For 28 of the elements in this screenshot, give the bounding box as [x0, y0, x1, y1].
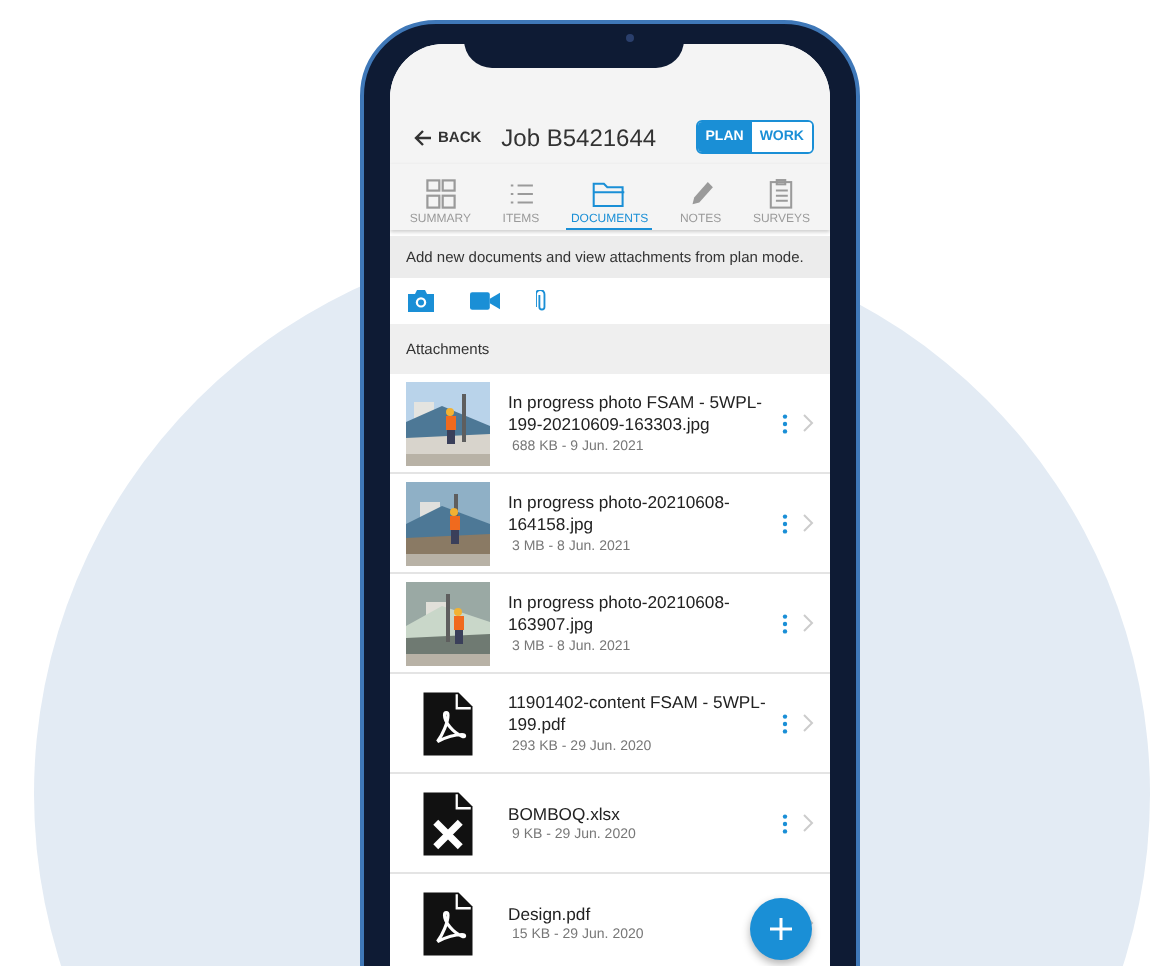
more-icon[interactable] [782, 413, 788, 433]
add-button[interactable] [750, 898, 812, 960]
arrow-icon [414, 129, 432, 145]
file-name: In progress photo FSAM - 5WPL-199-20210609-163303.jpg [508, 392, 765, 436]
chevron-icon [802, 814, 814, 832]
file-name: Design.pdf [508, 903, 593, 925]
chevron-icon [802, 414, 814, 432]
video-camera-icon[interactable] [470, 290, 501, 312]
file-name: In progress photo-20210608-164158.jpg [508, 492, 732, 536]
file-name: BOMBOQ.xlsx [508, 803, 622, 825]
file-name: 11901402-content FSAM - 5WPL-199.pdf [508, 692, 768, 736]
more-icon[interactable] [782, 513, 788, 533]
more-icon[interactable] [782, 713, 788, 733]
chevron-icon [802, 714, 814, 732]
paperclip-icon[interactable] [536, 290, 549, 312]
camera-icon[interactable] [408, 290, 434, 312]
plus-icon [770, 918, 792, 940]
more-icon[interactable] [782, 613, 788, 633]
grid-icon [423, 178, 458, 210]
job-title: Job B5421644 [501, 123, 659, 151]
document-icon [420, 887, 476, 959]
chevron-icon [802, 514, 814, 532]
more-icon[interactable] [782, 813, 788, 833]
document-icon [420, 787, 476, 859]
document-icon [420, 687, 476, 759]
folder-icon [592, 178, 627, 210]
chevron-icon [802, 614, 814, 632]
file-name: In progress photo-20210608-163907.jpg [508, 592, 732, 636]
